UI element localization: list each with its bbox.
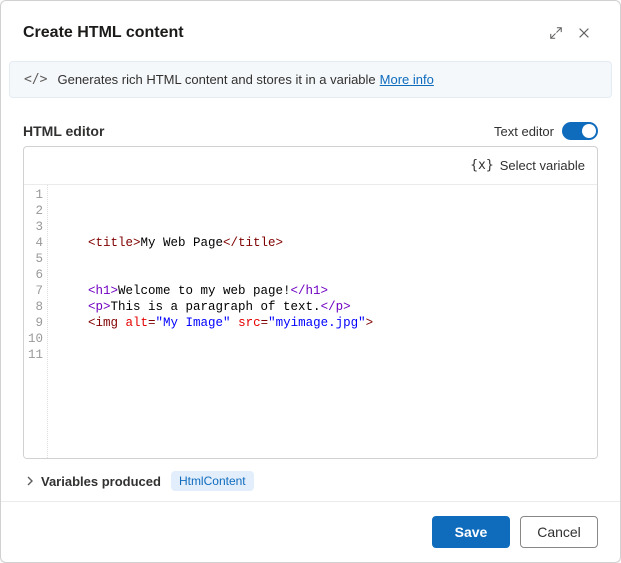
info-bar: </> Generates rich HTML content and stor…: [9, 61, 612, 98]
select-variable-label: Select variable: [500, 158, 585, 173]
chevron-right-icon: [23, 474, 37, 488]
editor-section-label: HTML editor: [23, 123, 494, 139]
cancel-button[interactable]: Cancel: [520, 516, 598, 548]
dialog-title: Create HTML content: [23, 24, 542, 42]
info-text: Generates rich HTML content and stores i…: [57, 72, 375, 87]
dialog-header: Create HTML content: [1, 1, 620, 61]
code-icon: </>: [24, 72, 47, 87]
close-icon[interactable]: [570, 19, 598, 47]
dialog: Create HTML content </> Generates rich H…: [0, 0, 621, 563]
editor-box: {x} Select variable 1234567891011 <title…: [23, 146, 598, 459]
code-content[interactable]: <title>My Web Page</title><h1>Welcome to…: [48, 185, 373, 458]
dialog-body: HTML editor Text editor {x} Select varia…: [1, 98, 620, 501]
save-button[interactable]: Save: [432, 516, 510, 548]
variables-label: Variables produced: [41, 474, 161, 489]
variables-produced-row[interactable]: Variables produced HtmlContent: [23, 459, 598, 501]
toggle-label: Text editor: [494, 124, 554, 139]
code-editor[interactable]: 1234567891011 <title>My Web Page</title>…: [24, 185, 597, 458]
dialog-footer: Save Cancel: [1, 501, 620, 562]
variable-icon: {x}: [470, 158, 493, 173]
text-editor-toggle[interactable]: [562, 122, 598, 140]
select-variable-button[interactable]: {x} Select variable: [470, 158, 585, 173]
variable-pill[interactable]: HtmlContent: [171, 471, 254, 491]
editor-toolbar: {x} Select variable: [24, 147, 597, 185]
expand-icon[interactable]: [542, 19, 570, 47]
editor-header-row: HTML editor Text editor: [23, 122, 598, 140]
more-info-link[interactable]: More info: [380, 72, 434, 87]
line-gutter: 1234567891011: [24, 185, 48, 458]
